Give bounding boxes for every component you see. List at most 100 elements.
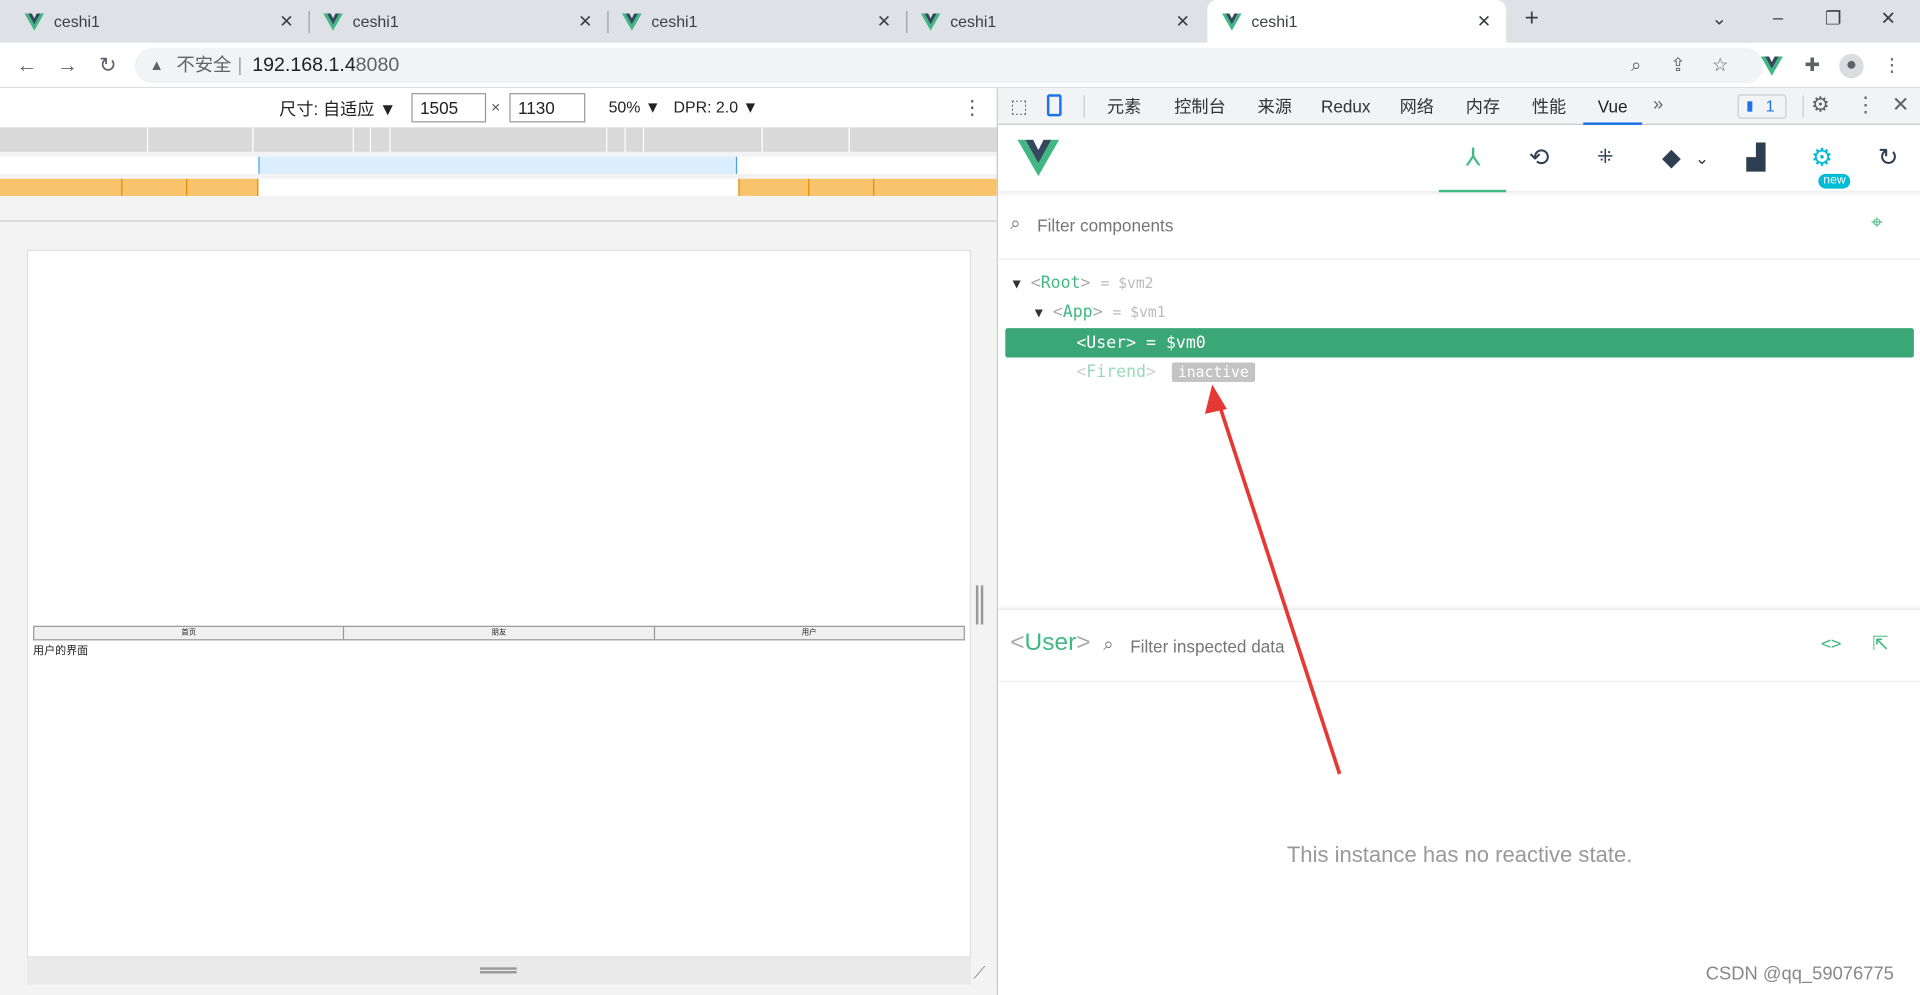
components-tree-icon[interactable]: ⅄ <box>1455 140 1492 177</box>
nav-link-friends[interactable]: 朋友 <box>344 626 655 640</box>
vue-favicon-icon <box>1222 12 1242 31</box>
device-emulation-pane: 尺寸: 自适应 ▼ 1505 × 1130 50% ▼ DPR: 2.0 ▼ ⋮… <box>0 88 997 995</box>
tab-title: ceshi1 <box>352 12 399 31</box>
tab-close-icon[interactable]: ✕ <box>277 11 297 32</box>
device-size-select[interactable]: 尺寸: 自适应 ▼ <box>279 97 396 121</box>
view-source-icon[interactable]: <> <box>1821 634 1842 654</box>
browser-tab[interactable]: ceshi1 ✕ <box>0 0 309 43</box>
tab-performance[interactable]: 性能 <box>1527 88 1571 125</box>
refresh-icon[interactable]: ↻ <box>1870 140 1907 177</box>
tab-title: ceshi1 <box>53 12 100 31</box>
dpr-select[interactable]: DPR: 2.0 ▼ <box>673 98 758 116</box>
device-more-icon[interactable]: ⋮ <box>962 96 982 120</box>
inspected-name-text: User <box>1024 629 1077 657</box>
device-toolbar: 尺寸: 自适应 ▼ 1505 × 1130 50% ▼ DPR: 2.0 ▼ ⋮ <box>0 88 997 128</box>
browser-tab[interactable]: ceshi1 ✕ <box>906 0 1205 43</box>
ruler-divider <box>0 220 997 222</box>
inspect-search-icon: ⌕ <box>1103 634 1114 656</box>
page-content-text: 用户的界面 <box>33 644 89 657</box>
browser-tab[interactable]: ceshi1 ✕ <box>607 0 906 43</box>
watermark: CSDN @qq_59076775 <box>1705 963 1894 985</box>
component-filter-row: ⌕ ⌖ <box>997 193 1920 260</box>
viewport-height-handle-bar[interactable] <box>26 957 972 985</box>
tab-console[interactable]: 控制台 <box>1169 88 1230 125</box>
viewport-width-handle[interactable] <box>975 585 984 625</box>
inspect-element-icon[interactable]: ⬚ <box>1010 96 1027 118</box>
tab-close-icon[interactable]: ✕ <box>1173 11 1193 32</box>
inactive-badge: inactive <box>1171 362 1255 383</box>
corner-resize-icon[interactable]: ⟋ <box>973 962 985 983</box>
nav-link-home[interactable]: 首页 <box>34 626 345 640</box>
tab-close-icon[interactable]: ✕ <box>874 11 894 32</box>
tab-title: ceshi1 <box>651 12 698 31</box>
browser-tab-active[interactable]: ceshi1 ✕ <box>1207 0 1507 43</box>
more-tabs-icon[interactable]: » <box>1653 94 1663 115</box>
forward-icon[interactable]: → <box>54 53 81 80</box>
tab-search-chevron-icon[interactable]: ⌄ <box>1704 7 1733 34</box>
tree-node-name: User <box>1086 333 1127 353</box>
reload-icon[interactable]: ↻ <box>94 53 121 80</box>
select-component-target-icon[interactable]: ⌖ <box>1871 211 1883 235</box>
device-toggle-icon[interactable] <box>1046 94 1062 117</box>
address-bar[interactable]: ▲ 不安全 | 192.168.1.4 :8080 ⌕ ⇪ ☆ <box>134 47 1764 84</box>
tab-close-icon[interactable]: ✕ <box>1474 11 1494 32</box>
expand-arrow-icon[interactable]: ▼ <box>1013 276 1021 292</box>
filter-inspected-data-input[interactable] <box>1130 633 1621 661</box>
devtools-menu-icon[interactable]: ⋮ <box>1855 93 1876 117</box>
tab-memory[interactable]: 内存 <box>1461 88 1505 125</box>
zoom-icon[interactable]: ⌕ <box>1631 48 1641 84</box>
tab-vue[interactable]: Vue <box>1583 88 1643 125</box>
performance-chart-icon[interactable]: ▟ <box>1738 140 1775 177</box>
profile-avatar-icon[interactable]: ● <box>1839 53 1864 79</box>
browser-tab[interactable]: ceshi1 ✕ <box>309 0 608 43</box>
expand-arrow-icon[interactable]: ▼ <box>1035 305 1043 321</box>
zoom-select[interactable]: 50% ▼ <box>609 98 661 116</box>
tree-node-firend[interactable]: <Firend> <box>1076 358 1156 387</box>
window-close-icon[interactable]: ✕ <box>1873 7 1902 34</box>
devtools-settings-icon[interactable]: ⚙ <box>1811 93 1830 117</box>
devtools-close-icon[interactable]: ✕ <box>1892 93 1909 117</box>
vue-favicon-icon <box>323 12 343 31</box>
devtools-panel: ⬚ 元素 控制台 来源 Redux 网络 内存 性能 Vue » ▮ 1 ⚙ ⋮… <box>996 88 1920 995</box>
viewport-height-input[interactable]: 1130 <box>509 93 586 123</box>
tab-network[interactable]: 网络 <box>1395 88 1439 125</box>
minimize-icon[interactable]: – <box>1763 7 1792 34</box>
vue-settings-icon[interactable]: ⚙ <box>1804 140 1841 177</box>
vuex-dots-icon[interactable]: ⁜ <box>1587 140 1624 177</box>
tree-node-name: Firend <box>1086 362 1147 383</box>
tree-node-name: App <box>1062 302 1093 323</box>
browser-tab-strip: ceshi1 ✕ ceshi1 ✕ ceshi1 ✕ ceshi1 ✕ cesh… <box>0 0 1920 43</box>
viewport-width-input[interactable]: 1505 <box>411 93 487 123</box>
new-tab-button[interactable]: + <box>1517 5 1546 32</box>
routing-chevron-icon[interactable]: ⌄ <box>1684 140 1721 177</box>
issues-badge[interactable]: ▮ 1 <box>1737 94 1787 119</box>
vue-devtools-extension-icon[interactable] <box>1760 54 1783 78</box>
tab-elements[interactable]: 元素 <box>1102 88 1146 125</box>
share-icon[interactable]: ⇪ <box>1670 48 1685 84</box>
bookmark-star-icon[interactable]: ☆ <box>1712 48 1728 84</box>
back-icon[interactable]: ← <box>13 53 40 80</box>
filter-components-input[interactable] <box>1037 211 1772 239</box>
tree-node-ref: = $vm2 <box>1100 274 1154 292</box>
tree-node-root[interactable]: ▼ <Root> = $vm2 <box>1013 268 1154 297</box>
tree-node-user-selected[interactable]: <User> = $vm0 <box>1005 328 1914 358</box>
warning-icon: ▲ <box>149 56 164 74</box>
new-badge: new <box>1818 173 1851 189</box>
restore-icon[interactable]: ❐ <box>1818 7 1847 34</box>
tab-redux[interactable]: Redux <box>1319 88 1373 125</box>
vue-favicon-icon <box>920 12 941 31</box>
extensions-puzzle-icon[interactable]: ✚ <box>1800 54 1824 78</box>
issues-count: 1 <box>1765 96 1775 116</box>
open-in-editor-icon[interactable]: ⇱ <box>1872 632 1888 656</box>
tree-node-app[interactable]: ▼ <App> = $vm1 <box>1035 298 1166 327</box>
zoom-value: 50% <box>608 97 641 117</box>
issues-icon: ▮ <box>1746 99 1754 114</box>
component-inspector: <User> ⌕ <> ⇱ This instance has no react… <box>997 608 1920 995</box>
timeline-history-icon[interactable]: ⟲ <box>1521 140 1558 177</box>
nav-link-user[interactable]: 用户 <box>655 627 964 639</box>
tab-sources[interactable]: 来源 <box>1253 88 1297 125</box>
tab-close-icon[interactable]: ✕ <box>576 11 596 32</box>
browser-menu-icon[interactable]: ⋮ <box>1880 54 1904 78</box>
tab-title: ceshi1 <box>1251 12 1298 31</box>
vue-logo-icon <box>1017 139 1060 177</box>
